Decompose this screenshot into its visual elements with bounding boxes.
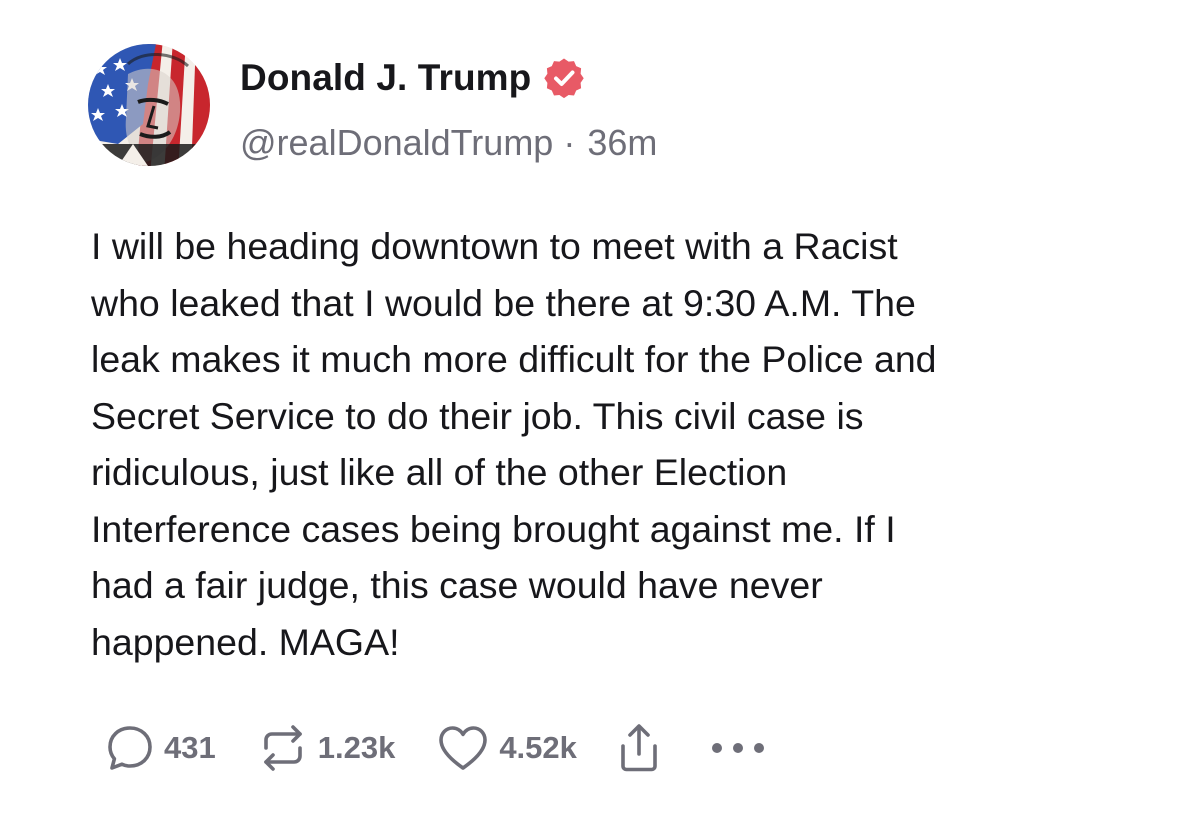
name-row: Donald J. Trump [240,52,657,104]
reply-bubble-icon [104,722,156,774]
share-button[interactable] [615,722,663,774]
like-count: 4.52k [499,730,577,765]
post-text: I will be heading downtown to meet with … [91,225,937,663]
repost-button[interactable]: 1.23k [256,722,396,774]
timestamp[interactable]: 36m [587,122,657,164]
reply-button[interactable]: 431 [104,722,216,774]
verified-check-icon[interactable] [543,57,585,99]
heart-icon [435,722,491,774]
more-options-button[interactable] [709,738,767,758]
meta-row: @realDonaldTrump · 36m [240,120,657,166]
more-icon [709,738,767,758]
author-block: Donald J. Trump @realDonaldTrump · 36m [240,52,657,166]
avatar-image [88,44,210,166]
truth-post: Donald J. Trump @realDonaldTrump · 36m I… [0,0,1200,827]
share-icon [615,722,663,774]
handle[interactable]: @realDonaldTrump [240,122,553,164]
action-bar: 431 1.23k 4.52k [104,722,767,774]
like-button[interactable]: 4.52k [435,722,577,774]
reply-count: 431 [164,730,216,765]
meta-separator: · [563,122,576,163]
repost-icon [256,722,310,774]
avatar[interactable] [88,44,210,166]
display-name[interactable]: Donald J. Trump [240,57,531,99]
repost-count: 1.23k [317,730,396,765]
